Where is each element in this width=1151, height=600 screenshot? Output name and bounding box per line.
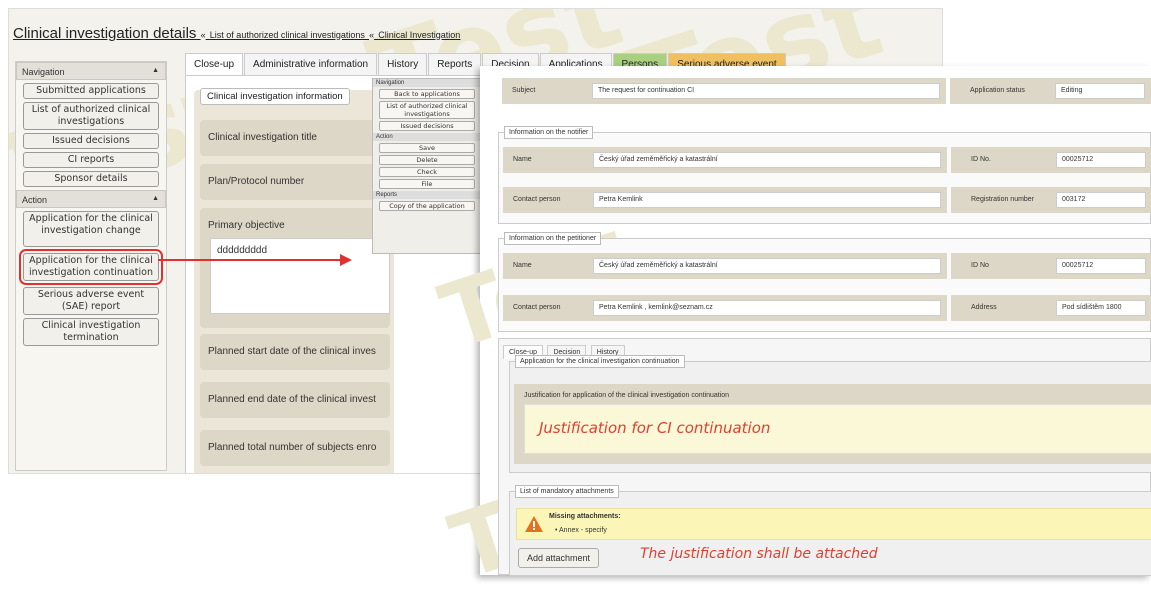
petitioner-contact-row: Contact person Petra Kemlink , kemlink@s… xyxy=(503,295,947,321)
sidebar-item-sae-report[interactable]: Serious adverse event (SAE) report xyxy=(23,287,159,315)
notifier-contact-field[interactable]: Petra Kemlink xyxy=(593,192,941,208)
application-form-window: Test Test Subject The request for contin… xyxy=(429,66,1151,600)
notifier-group: Name Český úřad zeměměřický a katastráln… xyxy=(498,132,1151,224)
petitioner-id-field[interactable]: 00025712 xyxy=(1056,258,1146,274)
tab-close-up[interactable]: Close-up xyxy=(185,53,244,75)
justification-textarea[interactable]: Justification for CI continuation xyxy=(524,404,1151,454)
notifier-name-field[interactable]: Český úřad zeměměřický a katastrální xyxy=(593,152,941,168)
tab-reports[interactable]: Reports xyxy=(428,53,482,75)
justification-text: Justification for CI continuation xyxy=(539,419,771,437)
subject-field[interactable]: The request for continuation CI xyxy=(592,83,940,99)
attachments-legend: List of mandatory attachments xyxy=(515,485,619,498)
menu-navigation-header[interactable]: Navigation xyxy=(373,79,481,87)
authorized-list-button[interactable]: List of authorized clinical investigatio… xyxy=(379,101,475,119)
attachment-note: The justification shall be attached xyxy=(640,546,878,562)
delete-button[interactable]: Delete xyxy=(379,155,475,165)
missing-attachments-title: Missing attachments: xyxy=(549,513,621,520)
tab-administrative-information[interactable]: Administrative information xyxy=(244,53,378,75)
file-button[interactable]: File xyxy=(379,179,475,189)
sidebar-item-ci-continuation[interactable]: Application for the clinical investigati… xyxy=(19,249,163,285)
field-ci-title: Clinical investigation title xyxy=(200,120,390,156)
missing-attachment-item: • Annex - specify xyxy=(555,527,607,534)
copy-of-application-button[interactable]: Copy of the application xyxy=(379,201,475,211)
sidebar-item-sponsor-details[interactable]: Sponsor details xyxy=(23,171,159,187)
petitioner-address-field[interactable]: Pod sídlištěm 1800 xyxy=(1056,300,1146,316)
sub-panel: Close-up Decision History Justification … xyxy=(498,338,1151,576)
sidebar-item-authorized-list[interactable]: List of authorized clinical investigatio… xyxy=(23,102,159,130)
caret-up-icon: ▲ xyxy=(152,67,159,74)
ci-information-legend: Clinical investigation information xyxy=(200,88,350,105)
breadcrumb-separator: « xyxy=(200,30,206,40)
petitioner-contact-field[interactable]: Petra Kemlink , kemlink@seznam.cz xyxy=(593,300,941,316)
breadcrumb-authorized-list[interactable]: List of authorized clinical investigatio… xyxy=(210,30,365,40)
notifier-registration-field[interactable]: 003172 xyxy=(1056,192,1146,208)
page-title: Clinical investigation details xyxy=(13,25,197,42)
notifier-id-field[interactable]: 00025712 xyxy=(1056,152,1146,168)
field-planned-end: Planned end date of the clinical invest xyxy=(200,382,390,418)
notifier-contact-row: Contact person Petra Kemlink xyxy=(503,187,947,213)
menu-action-header[interactable]: Action xyxy=(373,133,481,141)
continuation-legend: Application for the clinical investigati… xyxy=(515,355,685,368)
field-plan-protocol: Plan/Protocol number xyxy=(200,164,390,200)
sidebar-item-submitted-applications[interactable]: Submitted applications xyxy=(23,83,159,99)
breadcrumb-separator: « xyxy=(369,30,375,40)
save-button[interactable]: Save xyxy=(379,143,475,153)
title-bar: Clinical investigation details « List of… xyxy=(9,9,942,49)
breadcrumb-clinical-investigation[interactable]: Clinical Investigation xyxy=(378,30,460,40)
sidebar: Navigation ▲ Submitted applications List … xyxy=(15,61,167,471)
breadcrumb: Clinical investigation details « List of… xyxy=(13,25,460,42)
sidebar-item-ci-reports[interactable]: CI reports xyxy=(23,152,159,168)
caret-up-icon: ▲ xyxy=(152,195,159,202)
arrow-right-icon xyxy=(158,254,352,266)
petitioner-id-row: ID No 00025712 xyxy=(951,253,1151,279)
sidebar-action-header[interactable]: Action ▲ xyxy=(16,190,166,208)
petitioner-name-field[interactable]: Český úřad zeměměřický a katastrální xyxy=(593,258,941,274)
application-menu: Navigation Back to applications List of … xyxy=(372,78,482,254)
notifier-registration-row: Registration number 003172 xyxy=(951,187,1151,213)
application-status-field: Editing xyxy=(1055,83,1145,99)
justification-row: Justification for application of the cli… xyxy=(514,384,1151,464)
petitioner-legend: Information on the petitioner xyxy=(504,232,602,245)
add-attachment-button[interactable]: Add attachment xyxy=(518,548,600,568)
sidebar-item-ci-termination[interactable]: Clinical investigation termination xyxy=(23,318,159,346)
notifier-name-row: Name Český úřad zeměměřický a katastráln… xyxy=(503,147,947,173)
menu-reports-header[interactable]: Reports xyxy=(373,191,481,199)
notifier-id-row: ID No. 00025712 xyxy=(951,147,1151,173)
tab-history[interactable]: History xyxy=(378,53,428,75)
check-button[interactable]: Check xyxy=(379,167,475,177)
attachments-group: Missing attachments: • Annex - specify A… xyxy=(509,491,1151,576)
sidebar-navigation-header[interactable]: Navigation ▲ xyxy=(16,62,166,80)
missing-attachments-warning: Missing attachments: • Annex - specify xyxy=(516,508,1151,540)
notifier-legend: Information on the notifier xyxy=(504,126,594,139)
petitioner-name-row: Name Český úřad zeměměřický a katastráln… xyxy=(503,253,947,279)
field-planned-total: Planned total number of subjects enro xyxy=(200,430,390,466)
sidebar-item-issued-decisions[interactable]: Issued decisions xyxy=(23,133,159,149)
subject-row: Subject The request for continuation CI xyxy=(502,78,946,104)
continuation-group: Justification for application of the cli… xyxy=(509,361,1151,473)
petitioner-group: Name Český úřad zeměměřický a katastráln… xyxy=(498,238,1151,332)
back-to-applications-button[interactable]: Back to applications xyxy=(379,89,475,99)
field-planned-start: Planned start date of the clinical inves xyxy=(200,334,390,370)
primary-objective-textarea[interactable]: ddddddddd xyxy=(210,238,390,314)
warning-icon xyxy=(525,516,543,532)
issued-decisions-button[interactable]: Issued decisions xyxy=(379,121,475,131)
petitioner-address-row: Address Pod sídlištěm 1800 xyxy=(951,295,1151,321)
status-row: Application status Editing xyxy=(950,78,1151,104)
sidebar-item-ci-change[interactable]: Application for the clinical investigati… xyxy=(23,211,159,247)
